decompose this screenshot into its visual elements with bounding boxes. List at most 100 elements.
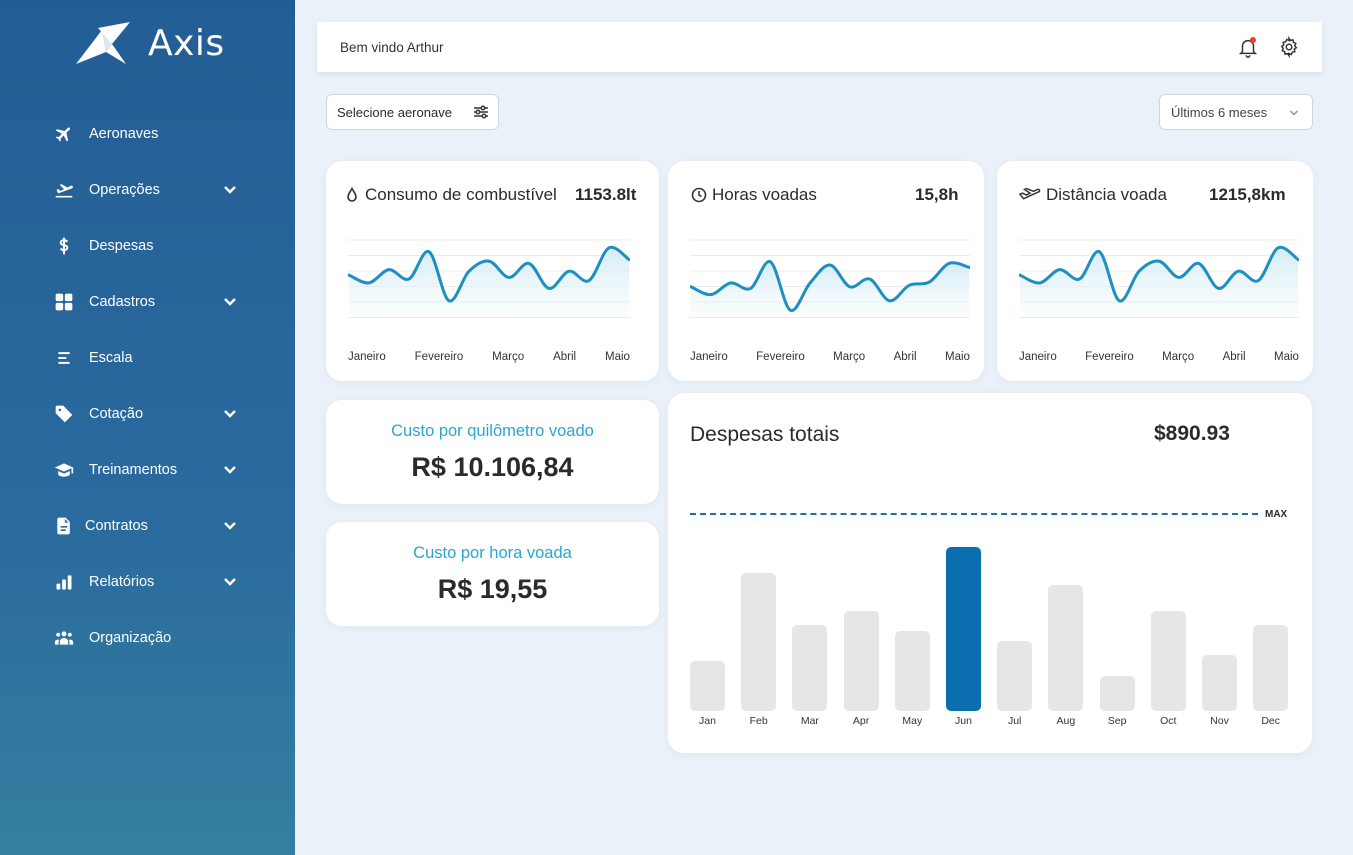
aircraft-select[interactable]: Selecione aeronave — [326, 94, 499, 130]
month-label: Março — [1162, 351, 1195, 363]
sidebar-item-relatorios[interactable]: Relatórios — [0, 554, 295, 610]
sidebar-item-despesas[interactable]: Despesas — [0, 218, 295, 274]
month-label: Março — [833, 351, 866, 363]
bar-aug[interactable] — [1048, 584, 1084, 711]
sliders-icon — [474, 105, 488, 119]
plane-icon — [1019, 187, 1041, 200]
month-label: Maio — [605, 351, 630, 363]
bar-feb[interactable] — [741, 573, 777, 711]
cost-per-hour-title: Custo por hora voada — [413, 544, 572, 562]
axis-logo-icon — [76, 22, 130, 64]
grid-icon — [53, 291, 75, 313]
sparkline-area — [1020, 247, 1298, 312]
sidebar-item-contratos[interactable]: Contratos — [0, 498, 295, 554]
month-label: Fevereiro — [756, 351, 805, 363]
month-label: Abril — [893, 351, 917, 363]
dollar-icon — [53, 235, 75, 257]
sidebar-item-organizacao[interactable]: Organização — [0, 610, 295, 666]
expenses-title: Despesas totais — [690, 423, 840, 446]
sidebar-item-label: Treinamentos — [89, 462, 178, 478]
sidebar-item-label: Cotação — [89, 406, 144, 422]
chevron-down-icon[interactable] — [222, 182, 238, 198]
bar-label: Mar — [800, 715, 819, 727]
month-label: Janeiro — [1019, 351, 1057, 363]
chevron-down-icon[interactable] — [222, 294, 238, 310]
sidebar: Axis Aeronaves Operações Despesas Cadast… — [0, 0, 295, 855]
bar-jul[interactable] — [997, 641, 1033, 711]
sidebar-item-treinamentos[interactable]: Treinamentos — [0, 442, 295, 498]
sidebar-item-label: Despesas — [89, 238, 154, 254]
hours-value: 15,8h — [915, 185, 959, 204]
max-dashed-line — [690, 513, 1258, 515]
metric-title: Horas voadas — [691, 185, 817, 205]
bar-label: Jul — [1007, 715, 1022, 727]
sidebar-item-aeronaves[interactable]: Aeronaves — [0, 106, 295, 162]
max-label: MAX — [1265, 509, 1288, 520]
bar-mar[interactable] — [792, 624, 828, 711]
sidebar-item-escala[interactable]: Escala — [0, 330, 295, 386]
bar-apr[interactable] — [843, 611, 879, 711]
hours-flown-card: Horas voadas 15,8h Janeiro Fevereiro Março… — [668, 161, 984, 381]
bar-nov[interactable] — [1202, 654, 1237, 711]
fuel-consumption-card: Consumo de combustível 1153.8lt Janeiro F… — [326, 161, 659, 381]
sidebar-item-label: Aeronaves — [89, 126, 159, 142]
distance-month-labels: Janeiro Fevereiro Março Abril Maio — [1019, 351, 1299, 363]
hours-month-labels: Janeiro Fevereiro Março Abril Maio — [690, 351, 970, 363]
month-label: Fevereiro — [1085, 351, 1134, 363]
period-select-label: Últimos 6 meses — [1171, 104, 1268, 120]
distance-title: Distância voada — [1046, 185, 1167, 204]
list-icon — [53, 347, 75, 369]
bar-sep[interactable] — [1099, 676, 1135, 711]
bar-dec[interactable] — [1253, 624, 1289, 711]
distance-flown-card: Distância voada 1215,8km Janeiro Fevereir… — [997, 161, 1313, 381]
metric-title: Consumo de combustível — [344, 185, 557, 205]
sidebar-item-label: Contratos — [85, 518, 148, 534]
tag-icon — [53, 403, 75, 425]
expenses-total: $890.93 — [1154, 422, 1230, 445]
bar-label: May — [902, 715, 923, 727]
sidebar-nav: Aeronaves Operações Despesas Cadastros E… — [0, 106, 295, 666]
bell-icon[interactable] — [1237, 36, 1259, 58]
cost-per-km-card: Custo por quilômetro voado R$ 10.106,84 — [326, 400, 659, 504]
month-label: Janeiro — [348, 351, 386, 363]
bar-label: Apr — [852, 715, 870, 727]
plane-icon — [53, 123, 75, 145]
cost-per-hour-value: R$ 19,55 — [437, 574, 548, 604]
bar-label: Nov — [1210, 715, 1229, 727]
month-label: Abril — [553, 351, 577, 363]
period-select[interactable]: Últimos 6 meses — [1159, 94, 1313, 130]
clock-icon — [691, 187, 707, 203]
app-logo[interactable]: Axis — [76, 22, 225, 64]
month-label: Maio — [945, 351, 970, 363]
month-label: Março — [492, 351, 525, 363]
chevron-down-icon[interactable] — [222, 406, 238, 422]
sidebar-item-cotacao[interactable]: Cotação — [0, 386, 295, 442]
sidebar-item-cadastros[interactable]: Cadastros — [0, 274, 295, 330]
sparkline-area — [691, 261, 969, 312]
sidebar-item-operacoes[interactable]: Operações — [0, 162, 295, 218]
bar-may[interactable] — [894, 631, 930, 711]
cost-per-km-value: R$ 10.106,84 — [411, 452, 574, 482]
app-name: Axis — [148, 22, 225, 64]
distance-sparkline — [1019, 239, 1299, 318]
chevron-down-icon[interactable] — [222, 518, 238, 534]
notification-dot — [1250, 37, 1256, 43]
sparkline-area — [349, 247, 629, 312]
bar-oct[interactable] — [1150, 611, 1186, 711]
bar-label: Oct — [1160, 715, 1177, 727]
month-label: Abril — [1222, 351, 1246, 363]
document-icon — [53, 515, 75, 537]
users-icon — [53, 627, 75, 649]
hours-title: Horas voadas — [712, 185, 817, 204]
metric-title: Distância voada — [1019, 185, 1167, 205]
gear-icon[interactable] — [1278, 35, 1300, 59]
chevron-down-icon[interactable] — [222, 462, 238, 478]
bar-jun[interactable] — [946, 546, 981, 711]
bar-jan[interactable] — [690, 661, 725, 711]
chevron-down-icon[interactable] — [222, 574, 238, 590]
sidebar-item-label: Relatórios — [89, 574, 155, 590]
welcome-text: Bem vindo Arthur — [340, 39, 444, 55]
top-header: Bem vindo Arthur — [317, 22, 1322, 72]
bar-label: Aug — [1056, 715, 1076, 727]
sidebar-item-label: Organização — [89, 630, 172, 646]
